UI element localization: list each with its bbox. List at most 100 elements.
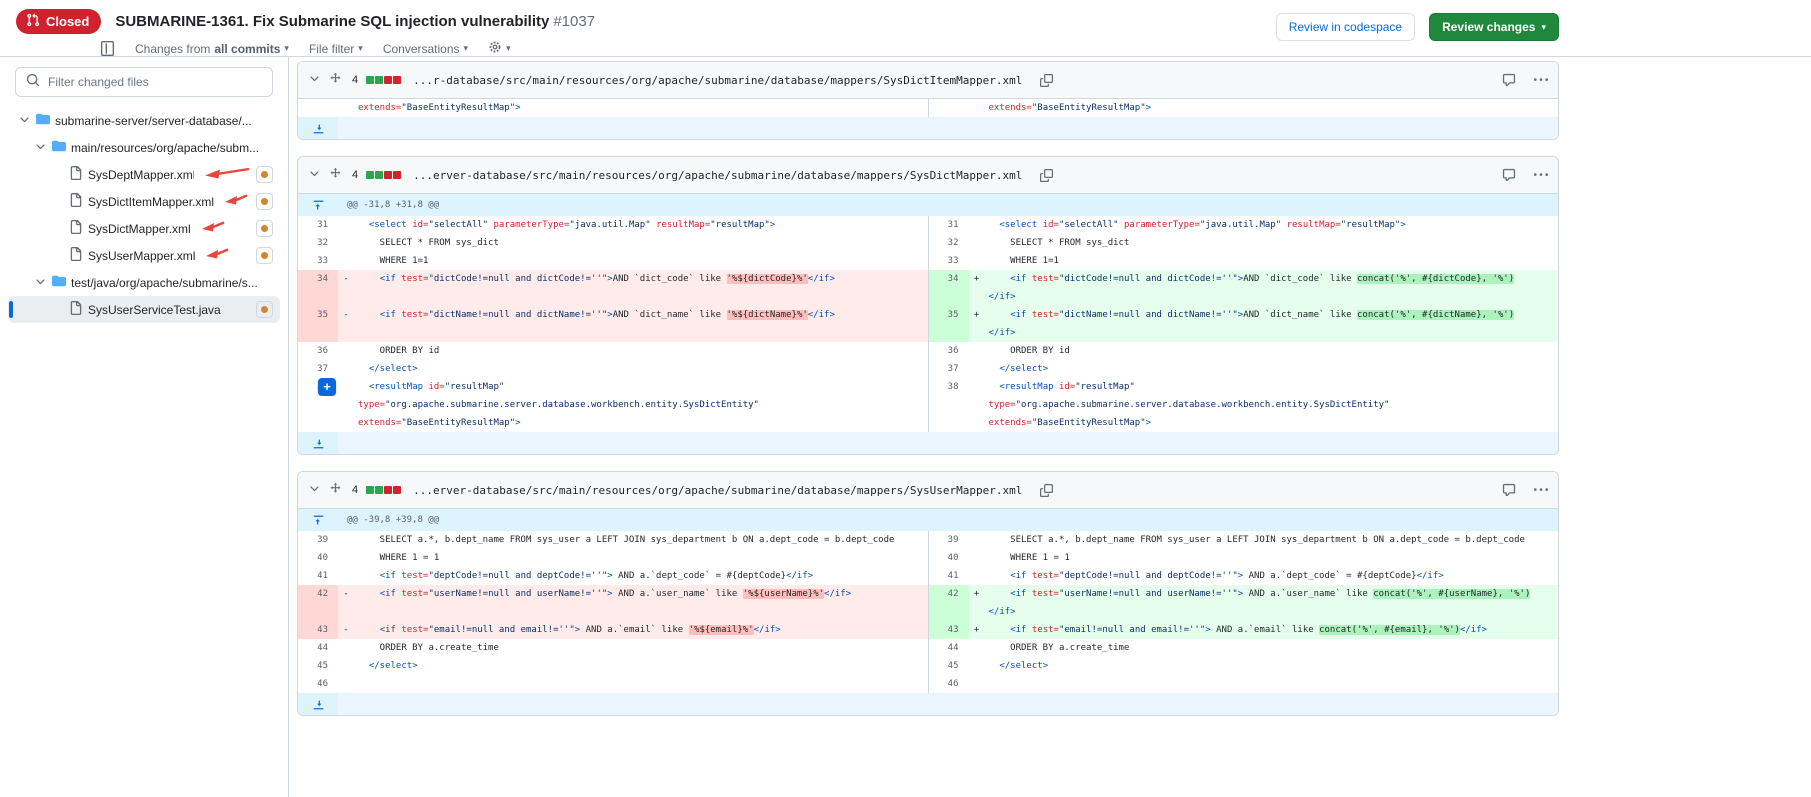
- line-number[interactable]: [929, 324, 969, 342]
- viewed-checkbox[interactable]: [256, 220, 273, 237]
- diff-marker: [338, 396, 354, 414]
- chevron-down-icon[interactable]: [308, 167, 321, 183]
- chevron-down-icon[interactable]: [308, 482, 321, 498]
- file-tree-item[interactable]: SysDeptMapper.xml: [8, 161, 280, 188]
- line-number[interactable]: 33: [298, 252, 338, 270]
- line-number[interactable]: 36: [298, 342, 338, 360]
- line-number[interactable]: 43: [929, 621, 969, 639]
- line-number[interactable]: [298, 288, 338, 306]
- chevron-down-icon[interactable]: [18, 113, 31, 129]
- line-number[interactable]: [298, 414, 338, 432]
- line-number[interactable]: 34: [298, 270, 338, 288]
- file-tree-toggle[interactable]: [100, 41, 115, 56]
- kebab-icon[interactable]: [1534, 483, 1548, 497]
- move-icon[interactable]: [329, 72, 342, 88]
- line-number[interactable]: [929, 396, 969, 414]
- line-number[interactable]: [929, 99, 969, 117]
- line-number[interactable]: [298, 99, 338, 117]
- line-number[interactable]: 44: [298, 639, 338, 657]
- line-number[interactable]: 33: [929, 252, 969, 270]
- comment-icon[interactable]: [1502, 73, 1516, 87]
- line-number[interactable]: 39: [298, 531, 338, 549]
- line-number[interactable]: 41: [298, 567, 338, 585]
- line-number[interactable]: 46: [929, 675, 969, 693]
- code-line: <if test="userName!=null and userName!='…: [985, 585, 1559, 603]
- copy-icon[interactable]: [1040, 74, 1053, 87]
- review-changes-label: Review changes: [1442, 20, 1535, 34]
- file-path[interactable]: ...erver-database/src/main/resources/org…: [413, 169, 1022, 182]
- line-number[interactable]: 44: [929, 639, 969, 657]
- line-number[interactable]: [298, 396, 338, 414]
- line-number[interactable]: 38: [929, 378, 969, 396]
- add-comment-button[interactable]: +: [318, 378, 336, 396]
- file-tree-item[interactable]: SysUserMapper.xml: [8, 242, 280, 269]
- code-line: <if test="dictCode!=null and dictCode!='…: [985, 270, 1559, 288]
- move-icon[interactable]: [329, 482, 342, 498]
- expand-down-button[interactable]: [298, 432, 338, 454]
- line-number[interactable]: 31: [929, 216, 969, 234]
- viewed-checkbox[interactable]: [256, 247, 273, 264]
- line-number[interactable]: 34: [929, 270, 969, 288]
- file-tree-item[interactable]: SysUserServiceTest.java: [8, 296, 280, 323]
- file-tree-item[interactable]: submarine-server/server-database/...: [8, 107, 280, 134]
- move-icon[interactable]: [329, 167, 342, 183]
- comment-icon[interactable]: [1502, 483, 1516, 497]
- chevron-down-icon[interactable]: [34, 140, 47, 156]
- line-number[interactable]: 42: [298, 585, 338, 603]
- line-number[interactable]: 35: [929, 306, 969, 324]
- line-number[interactable]: 40: [298, 549, 338, 567]
- line-number[interactable]: [929, 603, 969, 621]
- line-number[interactable]: 35: [298, 306, 338, 324]
- line-number[interactable]: 39: [929, 531, 969, 549]
- code-line: </if>: [985, 288, 1559, 306]
- changes-from-dropdown[interactable]: Changes from all commits ▾: [135, 42, 289, 56]
- diff-row: 45 </select>45 </select>: [298, 657, 1558, 675]
- file-filter-dropdown[interactable]: File filter ▾: [309, 42, 363, 56]
- line-number[interactable]: 45: [298, 657, 338, 675]
- line-number[interactable]: 32: [929, 234, 969, 252]
- copy-icon[interactable]: [1040, 484, 1053, 497]
- filter-changed-files-input[interactable]: [46, 74, 262, 90]
- line-number[interactable]: [298, 603, 338, 621]
- line-number[interactable]: 46: [298, 675, 338, 693]
- line-number[interactable]: 31: [298, 216, 338, 234]
- line-number[interactable]: 41: [929, 567, 969, 585]
- file-path[interactable]: ...erver-database/src/main/resources/org…: [413, 484, 1022, 497]
- line-number[interactable]: 36: [929, 342, 969, 360]
- expand-up-button[interactable]: [298, 194, 338, 216]
- file-path[interactable]: ...r-database/src/main/resources/org/apa…: [413, 74, 1022, 87]
- file-tree-item[interactable]: test/java/org/apache/submarine/s...: [8, 269, 280, 296]
- file-icon: [69, 247, 83, 264]
- line-number[interactable]: [929, 288, 969, 306]
- expand-up-button[interactable]: [298, 509, 338, 531]
- conversations-dropdown[interactable]: Conversations ▾: [383, 42, 468, 56]
- line-number[interactable]: 40: [929, 549, 969, 567]
- kebab-icon[interactable]: [1534, 73, 1548, 87]
- line-number[interactable]: 32: [298, 234, 338, 252]
- file-tree-item[interactable]: main/resources/org/apache/subm...: [8, 134, 280, 161]
- file-tree-item[interactable]: SysDictItemMapper.xml: [8, 188, 280, 215]
- copy-icon[interactable]: [1040, 169, 1053, 182]
- viewed-checkbox[interactable]: [256, 166, 273, 183]
- comment-icon[interactable]: [1502, 168, 1516, 182]
- review-changes-button[interactable]: Review changes ▾: [1429, 13, 1559, 41]
- kebab-icon[interactable]: [1534, 168, 1548, 182]
- code-line: </select>: [354, 657, 928, 675]
- line-number[interactable]: 37: [298, 360, 338, 378]
- review-in-codespace-button[interactable]: Review in codespace: [1276, 13, 1415, 41]
- expand-down-button[interactable]: [298, 693, 338, 715]
- line-number[interactable]: 43: [298, 621, 338, 639]
- file-tree-item[interactable]: SysDictMapper.xml: [8, 215, 280, 242]
- expand-down-button[interactable]: [298, 117, 338, 139]
- diff-marker: [338, 549, 354, 567]
- chevron-down-icon[interactable]: [308, 72, 321, 88]
- line-number[interactable]: [298, 324, 338, 342]
- diff-settings-dropdown[interactable]: ▾: [488, 40, 511, 57]
- viewed-checkbox[interactable]: [256, 301, 273, 318]
- viewed-checkbox[interactable]: [256, 193, 273, 210]
- line-number[interactable]: 45: [929, 657, 969, 675]
- line-number[interactable]: [929, 414, 969, 432]
- chevron-down-icon[interactable]: [34, 275, 47, 291]
- line-number[interactable]: 37: [929, 360, 969, 378]
- line-number[interactable]: 42: [929, 585, 969, 603]
